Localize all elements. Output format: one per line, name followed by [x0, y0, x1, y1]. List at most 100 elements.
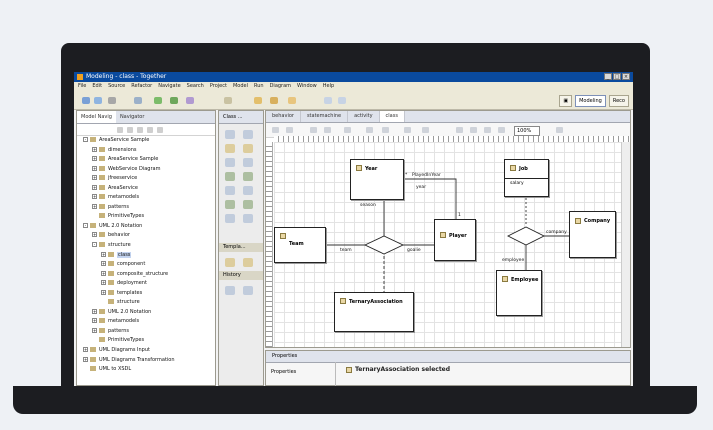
menu-item-project[interactable]: Project: [210, 82, 227, 91]
tree-item[interactable]: + class: [77, 251, 215, 261]
tree-item[interactable]: + UML Diagrams Transformation: [77, 356, 215, 366]
expand-icon[interactable]: +: [92, 203, 97, 209]
select-tool-icon[interactable]: [225, 130, 235, 139]
fit-icon[interactable]: [484, 127, 491, 133]
tab-navigator[interactable]: Navigator: [116, 111, 148, 123]
zoom-select[interactable]: 100%: [514, 126, 540, 136]
expand-icon[interactable]: +: [101, 270, 106, 276]
expand-icon[interactable]: +: [83, 347, 88, 353]
tree-item[interactable]: UML to XSDL: [77, 365, 215, 375]
enum-tool-icon[interactable]: [225, 158, 235, 167]
arrange-icon[interactable]: [404, 127, 411, 133]
debug-icon[interactable]: [170, 97, 178, 104]
editor-tab-class[interactable]: class: [379, 111, 405, 122]
collapse-icon[interactable]: -: [83, 222, 88, 228]
package-icon[interactable]: [270, 97, 278, 104]
expand-icon[interactable]: +: [92, 318, 97, 324]
tree-item[interactable]: + WebService Diagram: [77, 165, 215, 175]
font-icon[interactable]: [286, 127, 293, 133]
tab-properties[interactable]: Properties: [266, 353, 297, 359]
tree-item[interactable]: - AreaService Sample: [77, 136, 215, 146]
interface-tool-icon[interactable]: [243, 144, 253, 153]
tree-item[interactable]: PrimitiveTypes: [77, 212, 215, 222]
actual-size-icon[interactable]: [498, 127, 505, 133]
note-link-tool-icon[interactable]: [243, 200, 253, 209]
palette-section-templates[interactable]: Templa...: [219, 243, 263, 252]
dependency-tool-icon[interactable]: [225, 186, 235, 195]
editor-tab-behavior[interactable]: behavior: [266, 111, 301, 122]
class-job[interactable]: Job salary: [504, 159, 549, 197]
tree-item[interactable]: + jfreeservice: [77, 174, 215, 184]
zoom-in-icon[interactable]: [456, 127, 463, 133]
palette-section-history[interactable]: History: [219, 271, 263, 280]
class-team[interactable]: Team: [274, 227, 326, 263]
minimize-view-icon[interactable]: [157, 126, 163, 133]
tree-item[interactable]: structure: [77, 298, 215, 308]
package-tool-icon[interactable]: [243, 158, 253, 167]
link-tool-icon[interactable]: [243, 214, 253, 223]
view-menu-icon[interactable]: [147, 126, 153, 133]
run-icon[interactable]: [154, 97, 162, 104]
expand-icon[interactable]: +: [92, 156, 97, 162]
expand-icon[interactable]: [101, 299, 106, 304]
line-color-icon[interactable]: [324, 127, 331, 133]
new-icon[interactable]: [82, 97, 90, 104]
class-employee[interactable]: Employee: [496, 270, 542, 316]
attribute-salary[interactable]: salary: [510, 181, 524, 186]
link-editor-icon[interactable]: [127, 126, 133, 133]
tree-item[interactable]: - UML 2.0 Notation: [77, 222, 215, 232]
menu-item-navigate[interactable]: Navigate: [158, 82, 180, 91]
back-icon[interactable]: [324, 97, 332, 104]
route-icon[interactable]: [422, 127, 429, 133]
expand-icon[interactable]: +: [92, 232, 97, 238]
class-ternary-association[interactable]: TernaryAssociation: [334, 292, 414, 332]
minimize-icon[interactable]: _: [604, 73, 612, 80]
vertical-scrollbar[interactable]: [621, 142, 630, 347]
expand-icon[interactable]: +: [92, 184, 97, 190]
constraint-tool-icon[interactable]: [225, 214, 235, 223]
class-icon[interactable]: [288, 97, 296, 104]
editor-tab-activity[interactable]: activity: [348, 111, 380, 122]
tree-item[interactable]: + metamodels: [77, 317, 215, 327]
tree-item[interactable]: PrimitiveTypes: [77, 336, 215, 346]
history-item-icon[interactable]: [243, 286, 253, 295]
menu-item-refactor[interactable]: Refactor: [131, 82, 152, 91]
class-company[interactable]: Company: [569, 211, 616, 258]
build-icon[interactable]: [134, 97, 142, 104]
class-tool-icon[interactable]: [225, 144, 235, 153]
expand-icon[interactable]: +: [101, 280, 106, 286]
expand-icon[interactable]: +: [92, 175, 97, 181]
print-icon[interactable]: [108, 97, 116, 104]
tree-item[interactable]: + metamodels: [77, 193, 215, 203]
align-icon[interactable]: [344, 127, 351, 133]
class-player[interactable]: Player: [434, 219, 476, 261]
menu-item-model[interactable]: Model: [233, 82, 248, 91]
color-icon[interactable]: [310, 127, 317, 133]
menu-item-run[interactable]: Run: [254, 82, 264, 91]
print-diagram-icon[interactable]: [556, 127, 563, 133]
collapse-icon[interactable]: -: [92, 242, 97, 248]
expand-icon[interactable]: +: [101, 261, 106, 267]
distribute-icon[interactable]: [366, 127, 373, 133]
expand-icon[interactable]: [83, 366, 88, 371]
menu-item-source[interactable]: Source: [108, 82, 125, 91]
expand-icon[interactable]: +: [92, 165, 97, 171]
tree-item[interactable]: + AreaService: [77, 184, 215, 194]
tree-item[interactable]: + templates: [77, 289, 215, 299]
tree-item[interactable]: + AreaService Sample: [77, 155, 215, 165]
tree-item[interactable]: - structure: [77, 241, 215, 251]
diagram-canvas[interactable]: Year Team Player Job salary Company Empl…: [274, 142, 624, 347]
tree-item[interactable]: + UML Diagrams Input: [77, 346, 215, 356]
menu-item-help[interactable]: Help: [323, 82, 334, 91]
expand-icon[interactable]: [92, 213, 97, 218]
size-icon[interactable]: [382, 127, 389, 133]
zoom-out-icon[interactable]: [470, 127, 477, 133]
expand-icon[interactable]: +: [92, 146, 97, 152]
layout-icon[interactable]: [272, 127, 279, 133]
search-icon[interactable]: [186, 97, 194, 104]
expand-icon[interactable]: +: [101, 289, 106, 295]
history-item-icon[interactable]: [225, 286, 235, 295]
close-icon[interactable]: ×: [622, 73, 630, 80]
tree-item[interactable]: + UML 2.0 Notation: [77, 308, 215, 318]
association-tool-icon[interactable]: [225, 172, 235, 181]
